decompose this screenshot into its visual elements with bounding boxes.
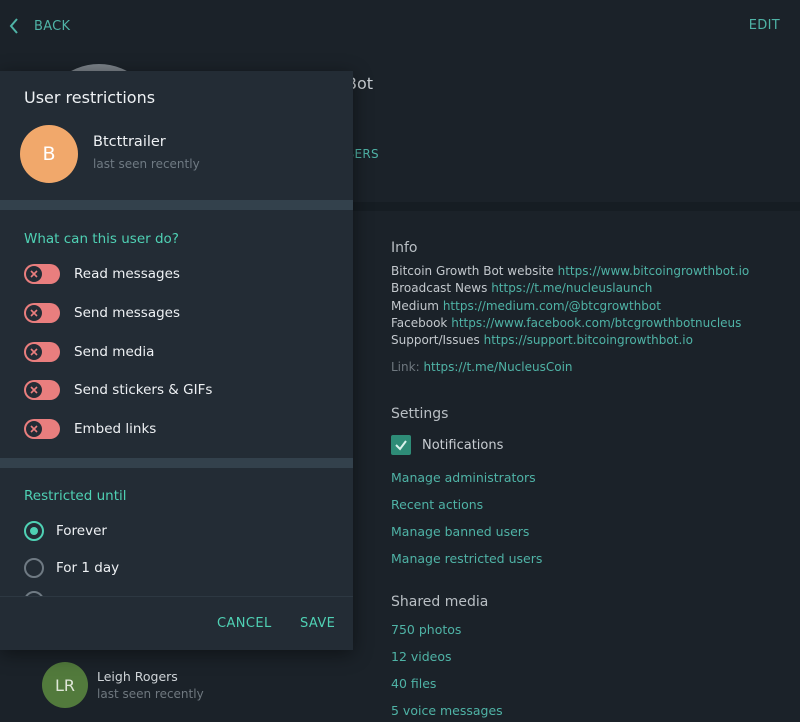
info-heading: Info [391,240,418,256]
permission-send-messages[interactable]: Send messages [24,303,180,323]
back-label: BACK [34,18,71,34]
user-restrictions-dialog: User restrictions B Btcttrailer last see… [0,71,353,650]
chevron-left-icon [9,18,18,34]
shared-files-link[interactable]: 40 files [391,676,436,691]
manage-restricted-users-link[interactable]: Manage restricted users [391,551,542,566]
permission-read-messages[interactable]: Read messages [24,264,180,284]
close-icon [30,348,38,356]
info-description: Bitcoin Growth Bot website https://www.b… [391,263,749,349]
notifications-checkbox[interactable] [391,435,411,455]
invite-link-row: Link: https://t.me/NucleusCoin [391,360,573,374]
permission-toggle[interactable] [24,419,60,439]
close-icon [30,425,38,433]
permission-embed-links[interactable]: Embed links [24,419,156,439]
radio-button[interactable] [24,558,44,578]
notifications-label: Notifications [422,437,504,453]
permission-label: Send stickers & GIFs [74,382,213,398]
cancel-button[interactable]: CANCEL [217,616,272,631]
info-line: Facebook https://www.facebook.com/btcgro… [391,315,742,330]
info-link[interactable]: https://www.facebook.com/btcgrowthbotnuc… [451,316,741,330]
top-bar: BACK EDIT [0,0,800,52]
shared-videos-link[interactable]: 12 videos [391,649,452,664]
invite-link-label: Link: [391,360,420,374]
member-status: last seen recently [97,687,204,701]
permission-label: Embed links [74,421,157,437]
permission-toggle[interactable] [24,380,60,400]
invite-link[interactable]: https://t.me/NucleusCoin [423,360,572,374]
member-name: Leigh Rogers [97,669,178,684]
user-name: Btcttrailer [93,134,166,150]
restricted-until-heading: Restricted until [24,488,127,504]
manage-administrators-link[interactable]: Manage administrators [391,470,536,485]
permission-send-media[interactable]: Send media [24,342,154,362]
recent-actions-link[interactable]: Recent actions [391,497,483,512]
user-status: last seen recently [93,157,200,171]
section-separator [0,200,353,210]
manage-banned-users-link[interactable]: Manage banned users [391,524,529,539]
permission-toggle[interactable] [24,303,60,323]
notifications-toggle[interactable]: Notifications [391,435,503,455]
info-line: Support/Issues https://support.bitcoingr… [391,333,693,348]
permission-toggle[interactable] [24,342,60,362]
duration-label: Forever [56,523,107,539]
duration-forever[interactable]: Forever [24,521,107,541]
edit-button[interactable]: EDIT [749,18,780,33]
member-list-item[interactable]: LR Leigh Rogers last seen recently [42,662,204,708]
check-icon [395,440,407,451]
close-icon [30,309,38,317]
close-icon [30,270,38,278]
shared-photos-link[interactable]: 750 photos [391,622,461,637]
permission-send-stickers[interactable]: Send stickers & GIFs [24,380,212,400]
dialog-title: User restrictions [24,88,156,107]
permission-label: Send media [74,344,155,360]
duration-1-day[interactable]: For 1 day [24,558,119,578]
permission-label: Read messages [74,266,180,282]
save-button[interactable]: SAVE [300,616,335,631]
info-line: Bitcoin Growth Bot website https://www.b… [391,264,750,278]
info-line: Medium https://medium.com/@btcgrowthbot [391,298,661,313]
duration-label: For 1 day [56,560,120,576]
shared-media-heading: Shared media [391,594,489,610]
permission-toggle[interactable] [24,264,60,284]
info-link[interactable]: https://t.me/nucleuslaunch [491,281,652,295]
info-link[interactable]: https://medium.com/@btcgrowthbot [443,299,661,313]
permission-label: Send messages [74,305,180,321]
close-icon [30,386,38,394]
shared-voice-link[interactable]: 5 voice messages [391,703,503,718]
info-line: Broadcast News https://t.me/nucleuslaunc… [391,281,653,296]
info-link[interactable]: https://support.bitcoingrowthbot.io [484,333,693,347]
back-button[interactable]: BACK [8,12,70,40]
settings-heading: Settings [391,406,449,422]
info-link[interactable]: https://www.bitcoingrowthbot.io [558,264,750,278]
section-separator [0,458,353,468]
permissions-heading: What can this user do? [24,231,179,247]
member-avatar: LR [42,662,88,708]
user-avatar: B [20,125,78,183]
radio-button[interactable] [24,521,44,541]
